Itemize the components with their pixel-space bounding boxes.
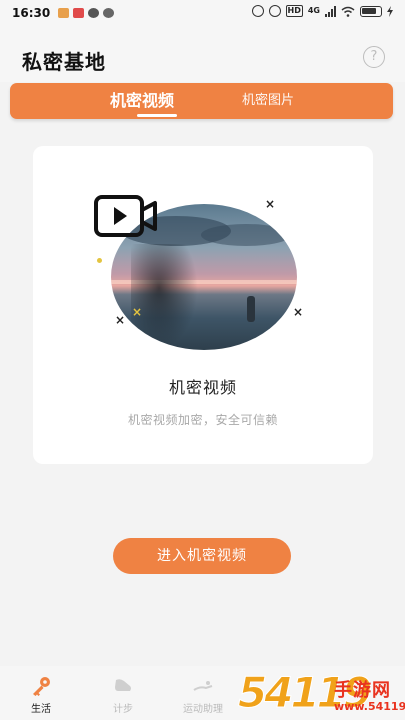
decor-cross-icon: × <box>293 305 304 319</box>
decor-cross-icon: × <box>265 197 276 211</box>
status-bar: 16:30 HD 4G <box>0 0 405 26</box>
status-time: 16:30 <box>12 6 51 20</box>
nav-label: 生活 <box>31 704 51 715</box>
video-camera-icon <box>94 195 157 237</box>
card-title: 机密视频 <box>168 378 237 397</box>
decor-cross-icon: × <box>115 313 126 327</box>
header: 私密基地 ? <box>0 26 405 82</box>
running-icon <box>193 681 213 691</box>
watermark-url: www.54119.cn <box>334 700 405 713</box>
watermark-site-name: 手游网 <box>334 680 391 701</box>
nav-item-life[interactable]: 生活 <box>6 666 76 715</box>
decor-dot <box>97 258 102 263</box>
photo-figure <box>247 296 255 322</box>
app-notification-icon <box>58 8 70 18</box>
card-description: 机密视频加密，安全可信赖 <box>127 413 278 427</box>
signal-icon <box>325 5 336 17</box>
enter-secret-videos-button[interactable]: 进入机密视频 <box>113 538 291 574</box>
app-notification-icon <box>73 8 85 18</box>
help-icon[interactable]: ? <box>363 46 385 68</box>
nav-label: 计步 <box>113 704 133 715</box>
wifi-icon <box>341 6 355 17</box>
site-watermark: 54119 手游网 www.54119.cn <box>237 669 405 720</box>
network-type-label: 4G <box>307 6 320 15</box>
hd-icon: HD <box>285 5 303 17</box>
shoe-icon <box>115 679 131 691</box>
app-notification-icon <box>88 8 100 18</box>
page-title: 私密基地 <box>22 50 106 74</box>
nav-item-sports-assistant[interactable]: 运动助理 <box>168 666 238 715</box>
battery-icon <box>360 5 382 17</box>
key-icon <box>33 677 50 696</box>
charging-icon <box>387 5 393 17</box>
app-notification-icon <box>103 8 115 18</box>
tab-bar: 机密视频 机密图片 <box>10 83 393 119</box>
decor-cross-icon: × <box>132 305 143 319</box>
status-icons: HD 4G <box>251 5 393 17</box>
photo-cloud <box>201 224 291 246</box>
alarm-icon <box>251 5 264 17</box>
photo-plant <box>131 244 201 350</box>
mute-icon <box>268 5 281 17</box>
tab-secret-images[interactable]: 机密图片 <box>242 83 294 119</box>
active-tab-indicator <box>137 114 177 117</box>
nav-item-steps[interactable]: 计步 <box>88 666 158 715</box>
feature-card: × × × × 机密视频 机密视频加密，安全可信赖 <box>33 146 373 464</box>
nav-label: 运动助理 <box>183 704 223 715</box>
